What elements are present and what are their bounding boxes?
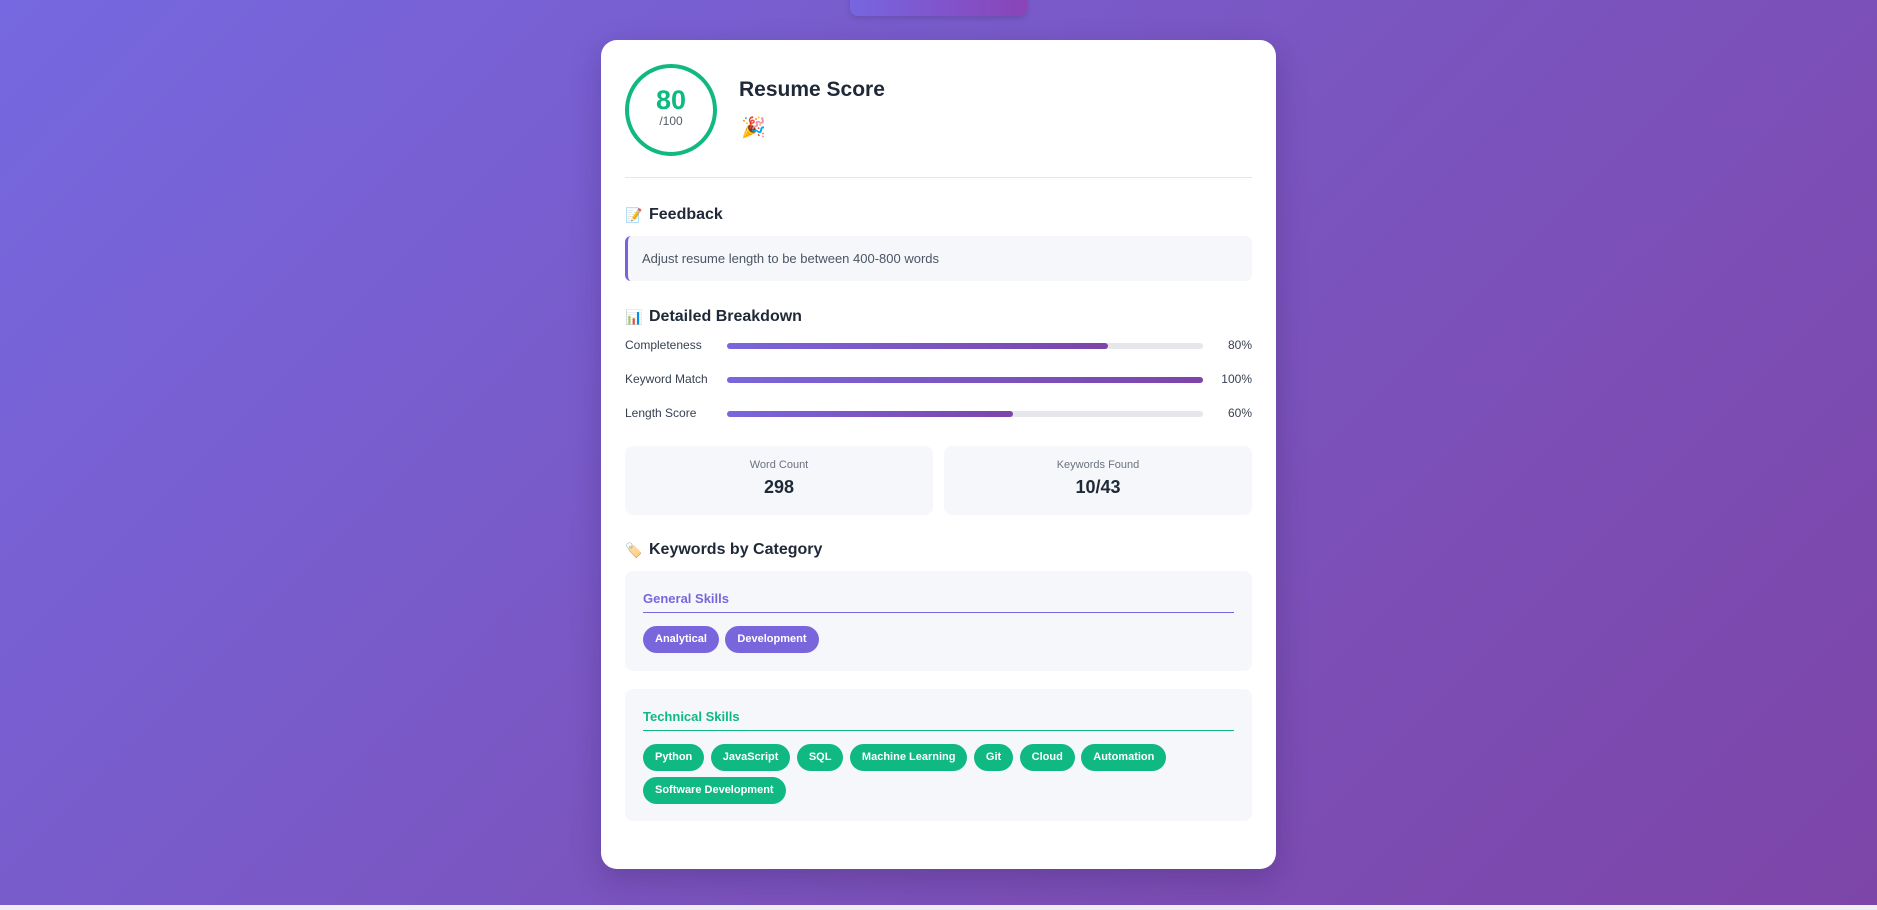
stat-value: 10/43: [1075, 477, 1121, 497]
keyword-tag: Software Development: [643, 777, 786, 804]
feedback-message: Adjust resume length to be between 400-8…: [625, 236, 1252, 281]
progress-fill: [727, 377, 1203, 383]
keyword-tag: SQL: [796, 744, 844, 771]
word-count-stat: Word Count 298: [625, 446, 933, 515]
keyword-tag: Machine Learning: [849, 744, 968, 771]
memo-icon: 📝: [625, 206, 643, 223]
category-underline: [643, 730, 1234, 731]
results-card: 80 /100 Resume Score 🎉 📝 Feedback Adjust…: [601, 40, 1276, 869]
breakdown-row-completeness: Completeness 80%: [625, 336, 1252, 356]
keyword-tag: Analytical: [643, 626, 719, 653]
breakdown-label: Keyword Match: [625, 372, 708, 386]
feedback-title: Feedback: [649, 206, 723, 223]
tag-list: Analytical Development: [643, 626, 1243, 659]
score-max: /100: [659, 114, 683, 128]
category-title: General Skills: [643, 591, 729, 606]
progress-track: [727, 343, 1203, 349]
category-technical-skills: Technical Skills Python JavaScript SQL M…: [625, 689, 1252, 821]
progress-track: [727, 377, 1203, 383]
breakdown-value: 60%: [1227, 406, 1252, 420]
top-action-button[interactable]: [850, 0, 1027, 16]
category-title: Technical Skills: [643, 709, 740, 724]
label-tag-icon: 🏷️: [625, 541, 643, 558]
category-general-skills: General Skills Analytical Development: [625, 571, 1252, 671]
tag-list: Python JavaScript SQL Machine Learning G…: [643, 744, 1243, 810]
breakdown-title: Detailed Breakdown: [649, 308, 802, 325]
breakdown-heading: 📊 Detailed Breakdown: [625, 308, 802, 326]
keyword-tag: Python: [643, 744, 705, 771]
breakdown-value: 80%: [1227, 338, 1252, 352]
progress-fill: [727, 343, 1108, 349]
keyword-tag: Automation: [1081, 744, 1167, 771]
breakdown-value: 100%: [1221, 372, 1252, 386]
breakdown-row-keyword-match: Keyword Match 100%: [625, 370, 1252, 390]
score-value: 80: [655, 85, 687, 115]
score-title: Resume Score: [739, 78, 885, 101]
divider: [625, 177, 1252, 178]
keyword-tag: Git: [973, 744, 1014, 771]
breakdown-label: Completeness: [625, 338, 702, 352]
score-circle: 80 /100: [625, 64, 717, 156]
breakdown-label: Length Score: [625, 406, 697, 420]
feedback-heading: 📝 Feedback: [625, 206, 723, 224]
stat-label: Keywords Found: [1056, 459, 1140, 471]
category-underline: [643, 612, 1234, 613]
keyword-tag: JavaScript: [710, 744, 791, 771]
progress-track: [727, 411, 1203, 417]
bar-chart-icon: 📊: [625, 308, 643, 325]
keyword-tag: Development: [725, 626, 819, 653]
breakdown-row-length-score: Length Score 60%: [625, 404, 1252, 424]
progress-fill: [727, 411, 1013, 417]
stat-label: Word Count: [749, 459, 809, 471]
keywords-found-stat: Keywords Found 10/43: [944, 446, 1252, 515]
keywords-title: Keywords by Category: [649, 541, 823, 558]
keywords-heading: 🏷️ Keywords by Category: [625, 541, 822, 559]
keyword-tag: Cloud: [1019, 744, 1075, 771]
party-popper-icon: 🎉: [741, 117, 766, 139]
stat-value: 298: [763, 477, 795, 497]
